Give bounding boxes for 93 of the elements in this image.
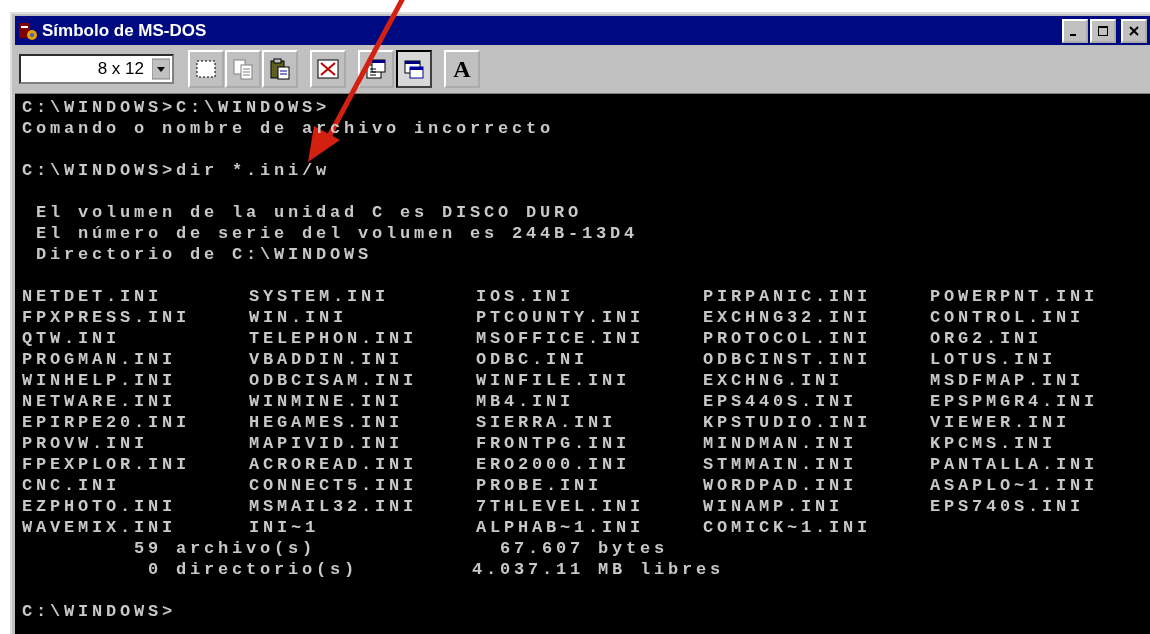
- console-line: C:\WINDOWS>C:\WINDOWS>: [22, 97, 332, 118]
- file-name: MSOFFICE.INI: [476, 328, 646, 349]
- mark-button[interactable]: [188, 50, 224, 88]
- file-name: WINAMP.INI: [703, 496, 845, 517]
- file-name: EXCHNG.INI: [703, 370, 845, 391]
- minimize-icon: [1070, 34, 1076, 36]
- file-name: NETDET.INI: [22, 286, 164, 307]
- file-name: SIERRA.INI: [476, 412, 618, 433]
- properties-icon: [364, 57, 388, 81]
- console-line: El volumen de la unidad C es DISCO DURO: [36, 202, 584, 223]
- file-name: EPS440S.INI: [703, 391, 859, 412]
- file-name: WINMINE.INI: [249, 391, 405, 412]
- font-size-dropdown[interactable]: 8 x 12: [19, 54, 174, 84]
- file-name: KPSTUDIO.INI: [703, 412, 873, 433]
- caret-icon: [152, 58, 170, 80]
- file-name: WAVEMIX.INI: [22, 517, 178, 538]
- file-name: HEGAMES.INI: [249, 412, 405, 433]
- file-name: NETWARE.INI: [22, 391, 178, 412]
- file-name: COMICK~1.INI: [703, 517, 873, 538]
- file-name: POWERPNT.INI: [930, 286, 1100, 307]
- file-name: ODBC.INI: [476, 349, 589, 370]
- font-button[interactable]: A: [444, 50, 480, 88]
- close-icon: [1128, 24, 1140, 37]
- amount-text: 4.037.11: [472, 559, 584, 580]
- background-button[interactable]: [396, 50, 432, 88]
- file-name: ODBCINST.INI: [703, 349, 873, 370]
- file-name: VBADDIN.INI: [249, 349, 405, 370]
- file-name: 7THLEVEL.INI: [476, 496, 646, 517]
- copy-icon: [231, 57, 255, 81]
- file-name: SYSTEM.INI: [249, 286, 391, 307]
- file-name: ERO2000.INI: [476, 454, 632, 475]
- file-name: WINHELP.INI: [22, 370, 178, 391]
- amount-label: bytes: [597, 538, 669, 559]
- count-text: 59: [133, 538, 162, 559]
- file-name: CONNECT5.INI: [249, 475, 419, 496]
- count-text: 0: [147, 559, 162, 580]
- file-name: INI~1: [249, 517, 320, 538]
- file-name: FRONTPG.INI: [476, 433, 632, 454]
- file-name: EZPHOTO.INI: [22, 496, 178, 517]
- file-name: LOTUS.INI: [930, 349, 1057, 370]
- paste-icon: [268, 57, 292, 81]
- file-name: MSDFMAP.INI: [930, 370, 1086, 391]
- file-name: ODBCISAM.INI: [249, 370, 419, 391]
- file-name: KPCMS.INI: [930, 433, 1057, 454]
- close-button[interactable]: [1121, 18, 1147, 43]
- file-name: EPS740S.INI: [930, 496, 1086, 517]
- file-name: PANTALLA.INI: [930, 454, 1100, 475]
- count-label: archivo(s): [175, 538, 318, 559]
- maximize-button[interactable]: [1090, 18, 1116, 43]
- file-name: QTW.INI: [22, 328, 121, 349]
- file-name: ORG2.INI: [930, 328, 1043, 349]
- maximize-icon: [1097, 24, 1109, 37]
- file-name: CNC.INI: [22, 475, 121, 496]
- file-name: EPSPMGR4.INI: [930, 391, 1100, 412]
- file-name: STMMAIN.INI: [703, 454, 859, 475]
- file-name: PROGMAN.INI: [22, 349, 178, 370]
- file-name: ASAPLO~1.INI: [930, 475, 1100, 496]
- file-name: MSMAIL32.INI: [249, 496, 419, 517]
- file-name: IOS.INI: [476, 286, 575, 307]
- file-name: FPXPRESS.INI: [22, 307, 192, 328]
- console-line: El número de serie del volumen es 244B-13D4: [36, 223, 640, 244]
- file-name: TELEPHON.INI: [249, 328, 419, 349]
- file-name: EPIRPE20.INI: [22, 412, 192, 433]
- file-name: WORDPAD.INI: [703, 475, 859, 496]
- file-name: WINFILE.INI: [476, 370, 632, 391]
- file-name: CONTROL.INI: [930, 307, 1086, 328]
- file-name: FPEXPLOR.INI: [22, 454, 192, 475]
- fullscreen-icon: [316, 57, 340, 81]
- file-name: PIRPANIC.INI: [703, 286, 873, 307]
- file-name: VIEWER.INI: [930, 412, 1072, 433]
- file-name: ALPHAB~1.INI: [476, 517, 646, 538]
- window-title: Símbolo de MS-DOS: [42, 20, 208, 41]
- file-name: EXCHNG32.INI: [703, 307, 873, 328]
- fullscreen-button[interactable]: [310, 50, 346, 88]
- windows-icon: [402, 57, 426, 81]
- file-name: PROVW.INI: [22, 433, 149, 454]
- file-name: PTCOUNTY.INI: [476, 307, 646, 328]
- amount-text: 67.607: [499, 538, 584, 559]
- file-name: PROBE.INI: [476, 475, 603, 496]
- paste-button[interactable]: [262, 50, 298, 88]
- console-line: C:\WINDOWS>dir *.ini/w: [22, 160, 332, 181]
- file-name: ACROREAD.INI: [249, 454, 419, 475]
- amount-label: MB libres: [597, 559, 725, 580]
- console-line: C:\WINDOWS>: [22, 601, 178, 622]
- file-name: MAPIVID.INI: [249, 433, 405, 454]
- console-line: Directorio de C:\WINDOWS: [36, 244, 374, 265]
- file-name: MB4.INI: [476, 391, 575, 412]
- file-name: WIN.INI: [249, 307, 348, 328]
- app-icon: [18, 20, 38, 41]
- file-name: PROTOCOL.INI: [703, 328, 873, 349]
- file-name: MINDMAN.INI: [703, 433, 859, 454]
- minimize-button[interactable]: [1062, 18, 1088, 43]
- count-label: directorio(s): [175, 559, 360, 580]
